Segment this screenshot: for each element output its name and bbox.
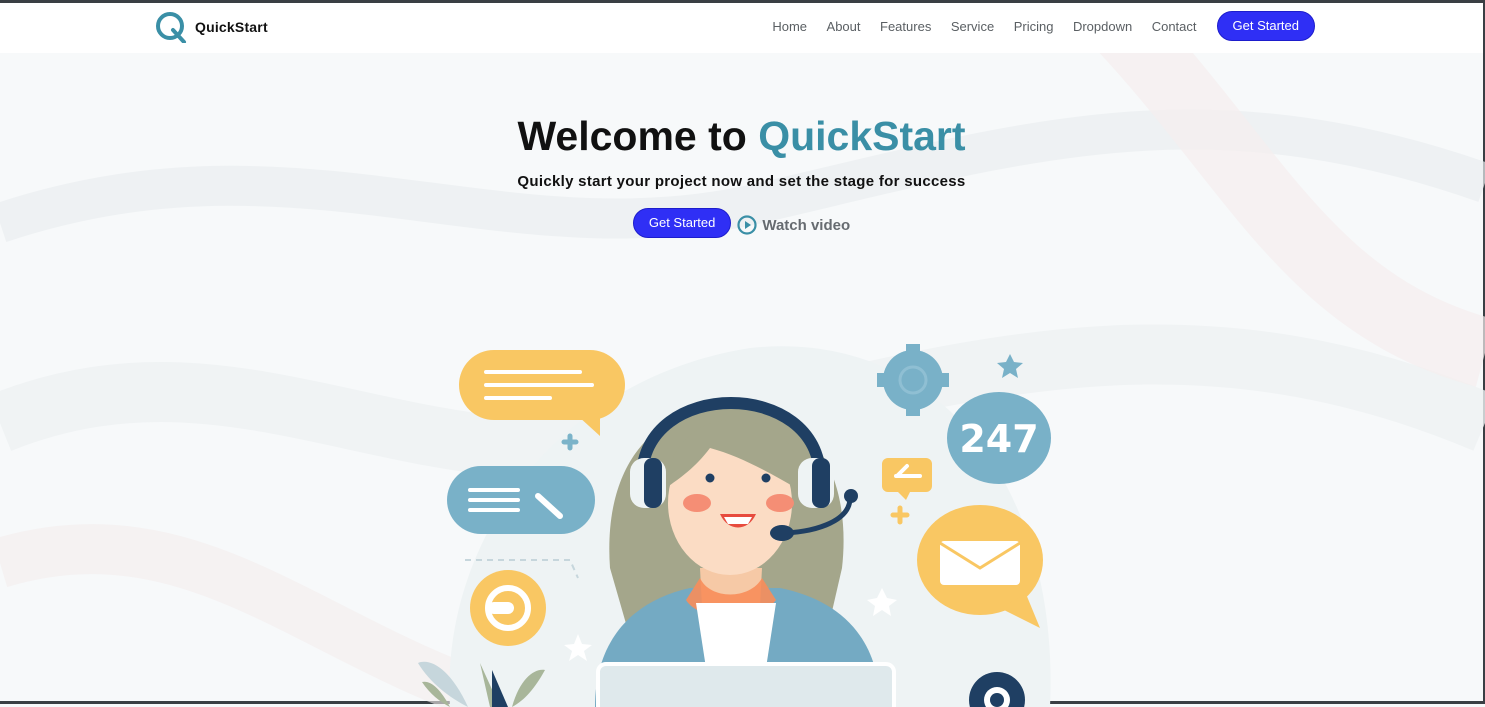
nav-pricing[interactable]: Pricing xyxy=(1014,19,1054,34)
hero-title: Welcome to QuickStart xyxy=(0,111,1483,161)
nav-service[interactable]: Service xyxy=(951,19,994,34)
play-circle-icon xyxy=(737,215,757,235)
nav-dropdown[interactable]: Dropdown xyxy=(1073,19,1132,34)
hero-title-accent: QuickStart xyxy=(758,113,966,159)
nav-features[interactable]: Features xyxy=(880,19,931,34)
star-icon xyxy=(997,354,1023,378)
hero-subtitle: Quickly start your project now and set t… xyxy=(517,173,966,190)
nav-contact[interactable]: Contact xyxy=(1152,19,1197,34)
q-logo-icon xyxy=(156,12,186,43)
badge-247-text: 247 xyxy=(959,417,1038,461)
hero-get-started-button[interactable]: Get Started xyxy=(632,208,732,238)
watch-video-link[interactable]: Watch video xyxy=(737,211,850,235)
nav-home[interactable]: Home xyxy=(772,19,807,34)
brand-logo[interactable]: QuickStart xyxy=(155,11,268,43)
badge-247-icon: 247 xyxy=(947,392,1051,484)
chat-circle-icon xyxy=(470,570,546,646)
watch-video-label: Watch video xyxy=(762,216,851,234)
nav-about[interactable]: About xyxy=(827,19,861,34)
support-agent-illustration: 247 xyxy=(418,344,1051,707)
hero-title-prefix: Welcome to xyxy=(517,113,747,159)
top-navbar: QuickStart Home About Features Service P… xyxy=(0,3,1483,53)
brand-name: QuickStart xyxy=(195,19,268,35)
main-nav: Home About Features Service Pricing Drop… xyxy=(753,11,1315,41)
nav-get-started-button[interactable]: Get Started xyxy=(1216,11,1315,41)
chat-bubble-blue-icon xyxy=(447,466,595,534)
hero-cta-group: Get Started Watch video xyxy=(0,208,1483,238)
hero-section: Welcome to QuickStart Quickly start your… xyxy=(0,111,1483,238)
